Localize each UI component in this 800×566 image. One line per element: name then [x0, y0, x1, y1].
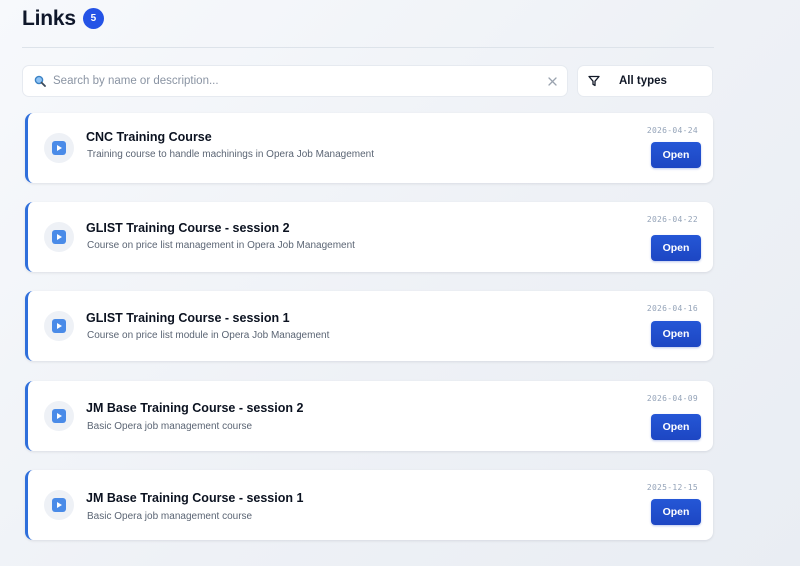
- link-title: CNC Training Course: [86, 130, 212, 144]
- open-button[interactable]: Open: [651, 321, 701, 347]
- link-date: 2026-04-16: [646, 304, 698, 313]
- link-title: JM Base Training Course - session 1: [86, 491, 304, 505]
- page-title: Links: [22, 7, 76, 30]
- link-date: 2026-04-24: [646, 126, 698, 135]
- type-filter-label: All types: [619, 75, 667, 87]
- video-play-icon: [52, 141, 66, 155]
- link-title: JM Base Training Course - session 2: [86, 401, 304, 415]
- clear-search-icon[interactable]: [537, 66, 567, 96]
- link-date: 2025-12-15: [646, 483, 698, 492]
- link-title: GLIST Training Course - session 2: [86, 221, 290, 235]
- link-card: GLIST Training Course - session 2 Course…: [25, 202, 713, 272]
- video-play-icon: [52, 319, 66, 333]
- open-button[interactable]: Open: [651, 235, 701, 261]
- link-date: 2026-04-22: [646, 215, 698, 224]
- page-header: Links 5: [22, 7, 104, 31]
- video-play-icon: [52, 498, 66, 512]
- link-description: Basic Opera job management course: [87, 511, 253, 522]
- video-play-icon: [52, 230, 66, 244]
- link-title: GLIST Training Course - session 1: [86, 311, 290, 325]
- link-description: Course on price list management in Opera…: [87, 240, 355, 251]
- video-play-icon: [52, 409, 66, 423]
- search-icon: [27, 75, 53, 87]
- open-button[interactable]: Open: [651, 142, 701, 168]
- funnel-icon: [587, 74, 601, 88]
- search-box[interactable]: [22, 65, 568, 97]
- link-card: CNC Training Course Training course to h…: [25, 113, 713, 183]
- search-input[interactable]: [53, 66, 537, 96]
- link-description: Training course to handle machinings in …: [87, 149, 375, 160]
- link-card: GLIST Training Course - session 1 Course…: [25, 291, 713, 361]
- card-icon-wrap: [44, 401, 74, 431]
- links-count-badge: 5: [82, 8, 104, 29]
- card-icon-wrap: [44, 222, 74, 252]
- open-button[interactable]: Open: [651, 499, 701, 525]
- link-description: Course on price list module in Opera Job…: [87, 330, 330, 341]
- link-date: 2026-04-09: [646, 394, 698, 403]
- card-icon-wrap: [44, 133, 74, 163]
- card-icon-wrap: [44, 311, 74, 341]
- type-filter-select[interactable]: All types: [577, 65, 713, 97]
- header-divider: [22, 47, 714, 48]
- open-button[interactable]: Open: [651, 414, 701, 440]
- link-card: JM Base Training Course - session 2 Basi…: [25, 381, 713, 451]
- card-icon-wrap: [44, 490, 74, 520]
- link-description: Basic Opera job management course: [87, 421, 253, 432]
- link-card: JM Base Training Course - session 1 Basi…: [25, 470, 713, 540]
